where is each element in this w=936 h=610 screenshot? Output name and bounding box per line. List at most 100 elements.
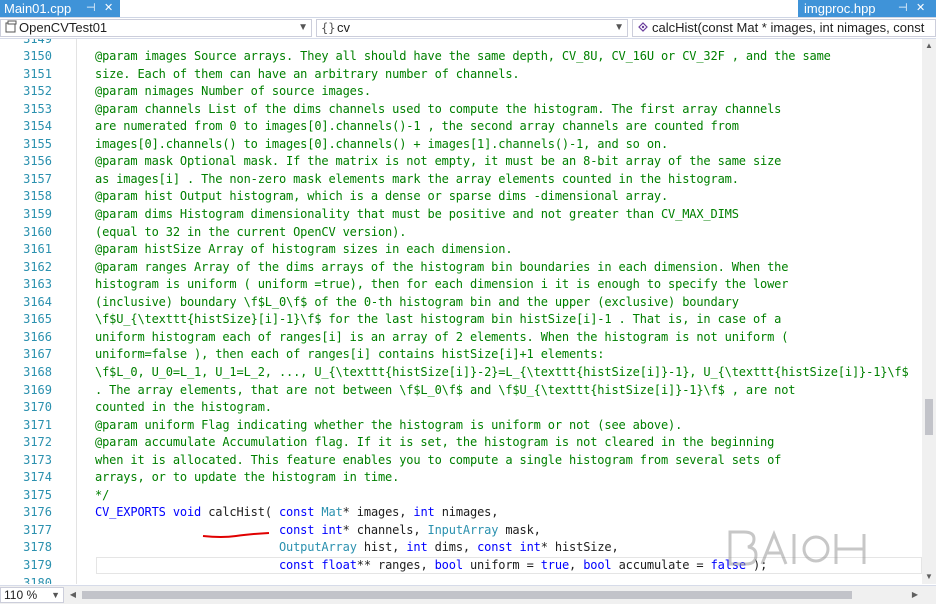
horizontal-scroll-thumb[interactable] [82, 591, 852, 599]
code-line[interactable]: 3162 @param ranges Array of the dims arra… [0, 259, 922, 277]
code-editor[interactable]: 31493150 @param images Source arrays. The… [0, 39, 922, 584]
code-line[interactable]: 3172 @param accumulate Accumulation flag.… [0, 434, 922, 452]
project-icon [5, 20, 17, 36]
code-text: when it is allocated. This feature enabl… [95, 452, 781, 470]
code-text: histogram is uniform ( uniform =true), t… [95, 276, 788, 294]
code-line[interactable]: 3161 @param histSize Array of histogram s… [0, 241, 922, 259]
code-text: (inclusive) boundary \f$L_0\f$ of the 0-… [95, 294, 739, 312]
code-token: images[0].channels() to images[0].channe… [95, 136, 669, 151]
vertical-scroll-thumb[interactable] [925, 399, 933, 435]
code-line[interactable]: 3171 @param uniform Flag indicating wheth… [0, 417, 922, 435]
code-line[interactable]: 3155 images[0].channels() to images[0].ch… [0, 136, 922, 154]
code-line[interactable]: 3151 size. Each of them can have an arbit… [0, 66, 922, 84]
code-token: uniform = [469, 558, 541, 572]
code-line[interactable]: 3167 uniform=false ), then each of ranges… [0, 346, 922, 364]
line-number: 3166 [23, 329, 52, 344]
editor-bottom-bar: 110 % ▼ ◀ ▶ [0, 585, 936, 604]
code-line[interactable]: 3168 \f$L_0, U_0=L_1, U_1=L_2, ..., U_{\t… [0, 364, 922, 382]
code-token: @param nimages Number of source images. [95, 84, 371, 99]
code-line[interactable]: 3170 counted in the histogram. [0, 399, 922, 417]
code-token: * images, [342, 505, 414, 520]
code-line[interactable]: 3173 when it is allocated. This feature e… [0, 452, 922, 470]
code-token: arrays, or to update the histogram in ti… [95, 470, 400, 485]
scope-dropdown[interactable]: {} cv ▼ [316, 19, 628, 37]
code-line[interactable]: 3152 @param nimages Number of source imag… [0, 83, 922, 101]
tab-imgproc-hpp[interactable]: imgproc.hpp ⊣ ✕ [798, 0, 936, 17]
code-text: as images[i] . The non-zero mask element… [95, 171, 739, 189]
code-token: histogram is uniform ( uniform =true), t… [95, 277, 789, 292]
code-token: uniform histogram each of ranges[i] is a… [95, 329, 789, 344]
code-token: * histSize, [540, 540, 619, 555]
code-line[interactable]: 3176 CV_EXPORTS void calcHist( const Mat*… [0, 504, 922, 522]
code-text: @param nimages Number of source images. [95, 83, 371, 101]
code-line[interactable]: 3157 as images[i] . The non-zero mask ele… [0, 171, 922, 189]
code-line[interactable]: 3153 @param channels List of the dims cha… [0, 101, 922, 119]
pin-icon[interactable]: ⊣ [898, 0, 908, 17]
code-line[interactable]: 3180 [0, 575, 922, 584]
code-line[interactable]: 3149 [0, 39, 922, 48]
code-token: @param uniform Flag indicating whether t… [95, 417, 683, 432]
code-token: size. Each of them can have an arbitrary… [95, 66, 520, 81]
code-line[interactable]: 3164 (inclusive) boundary \f$L_0\f$ of th… [0, 294, 922, 312]
code-text: uniform=false ), then each of ranges[i] … [95, 346, 605, 364]
code-token: const int [477, 540, 541, 555]
line-number: 3168 [23, 364, 52, 379]
code-line[interactable]: 3156 @param mask Optional mask. If the ma… [0, 153, 922, 171]
line-number: 3173 [23, 452, 52, 467]
code-line[interactable]: 3150 @param images Source arrays. They al… [0, 48, 922, 66]
code-text: (equal to 32 in the current OpenCV versi… [95, 224, 406, 242]
line-number: 3170 [23, 400, 52, 415]
project-dropdown[interactable]: OpenCVTest01 ▼ [0, 19, 312, 37]
method-icon [637, 20, 650, 36]
scroll-left-arrow-icon[interactable]: ◀ [66, 587, 80, 603]
horizontal-scrollbar[interactable]: ◀ ▶ [66, 587, 922, 603]
code-token: . The array elements, that are not betwe… [95, 382, 796, 397]
code-token: \f$L_0, U_0=L_1, U_1=L_2, ..., U_{\textt… [95, 364, 909, 379]
code-line[interactable]: 3165 \f$U_{\texttt{histSize}[i]-1}\f$ for… [0, 311, 922, 329]
tab-main01-cpp[interactable]: Main01.cpp ⊣ ✕ [0, 0, 120, 17]
code-line[interactable]: 3154 are numerated from 0 to images[0].ch… [0, 118, 922, 136]
close-icon[interactable]: ✕ [104, 0, 113, 17]
code-token: accumulate = [611, 558, 711, 572]
line-number: 3180 [23, 575, 52, 584]
pin-icon[interactable]: ⊣ [86, 0, 96, 17]
code-text: @param mask Optional mask. If the matrix… [95, 153, 781, 171]
code-text: const float** ranges, bool uniform = tru… [95, 557, 767, 575]
code-token: CV_EXPORTS void [95, 505, 209, 520]
member-name: calcHist(const Mat * images, int nimages… [652, 20, 925, 35]
code-line[interactable]: 3158 @param hist Output histogram, which … [0, 188, 922, 206]
red-underline-annotation [202, 532, 270, 538]
vertical-scrollbar[interactable]: ▲ ▼ [922, 39, 936, 584]
code-token: @param images Source arrays. They all sh… [95, 49, 831, 64]
document-tab-strip: Main01.cpp ⊣ ✕ imgproc.hpp ⊣ ✕ [0, 0, 936, 18]
code-line[interactable]: 3166 uniform histogram each of ranges[i] … [0, 329, 922, 347]
scroll-right-arrow-icon[interactable]: ▶ [908, 587, 922, 603]
line-number: 3154 [23, 119, 52, 134]
line-number: 3156 [23, 154, 52, 169]
code-token: dims, [434, 540, 478, 555]
close-icon[interactable]: ✕ [916, 0, 925, 17]
line-number: 3151 [23, 66, 52, 81]
line-number: 3172 [23, 435, 52, 450]
member-dropdown[interactable]: calcHist(const Mat * images, int nimages… [632, 19, 936, 37]
scroll-down-arrow-icon[interactable]: ▼ [922, 570, 936, 584]
zoom-dropdown[interactable]: 110 % ▼ [0, 587, 64, 603]
code-line[interactable]: 3160 (equal to 32 in the current OpenCV v… [0, 224, 922, 242]
line-number: 3159 [23, 207, 52, 221]
code-token: when it is allocated. This feature enabl… [95, 452, 782, 467]
code-text: \f$L_0, U_0=L_1, U_1=L_2, ..., U_{\textt… [95, 364, 909, 382]
code-text: \f$U_{\texttt{histSize}[i]-1}\f$ for the… [95, 311, 781, 329]
scope-name: cv [337, 20, 350, 35]
code-line[interactable]: 3169 . The array elements, that are not b… [0, 382, 922, 400]
code-token: OutputArray [278, 540, 357, 555]
code-text: @param uniform Flag indicating whether t… [95, 417, 682, 435]
code-token: hist, [356, 540, 407, 555]
line-number: 3176 [23, 505, 52, 520]
code-line[interactable]: 3163 histogram is uniform ( uniform =true… [0, 276, 922, 294]
line-number: 3157 [23, 171, 52, 186]
code-line[interactable]: 3159 @param dims Histogram dimensionality… [0, 206, 922, 224]
scroll-up-arrow-icon[interactable]: ▲ [922, 39, 936, 53]
code-line[interactable]: 3174 arrays, or to update the histogram i… [0, 469, 922, 487]
line-number: 3155 [23, 136, 52, 151]
code-line[interactable]: 3175 */ [0, 487, 922, 505]
